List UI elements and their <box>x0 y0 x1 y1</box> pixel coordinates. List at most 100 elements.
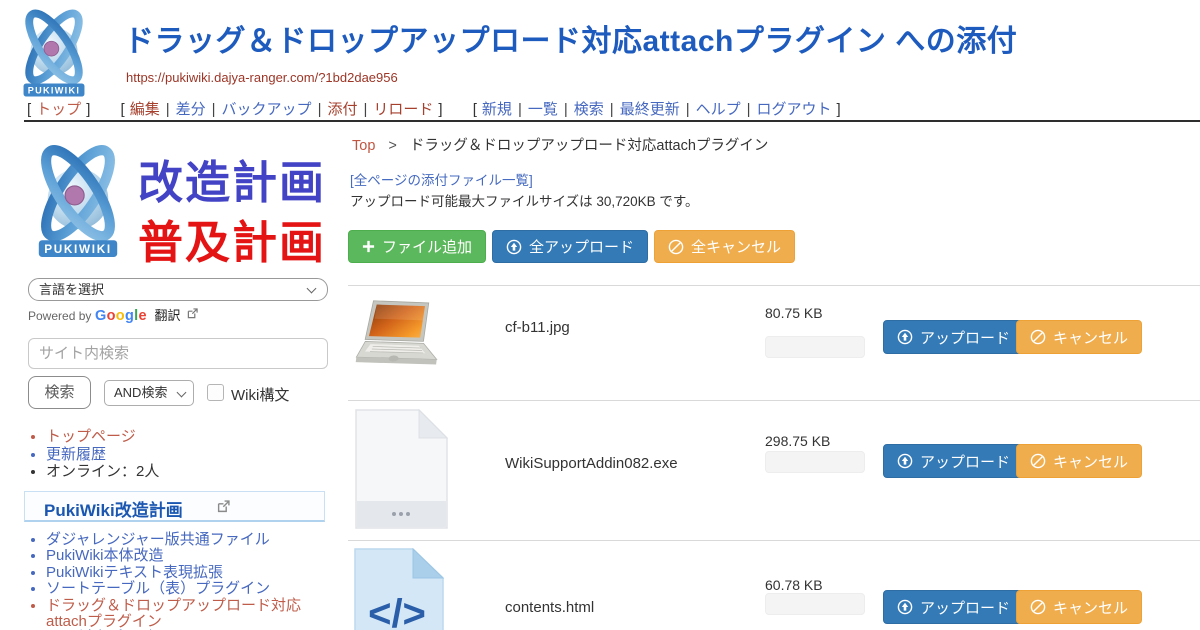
file-size: 60.78 KB <box>765 577 823 593</box>
google-logo: Google <box>95 308 147 324</box>
upload-label: アップロード <box>920 327 1010 348</box>
sidebar-heading-link[interactable]: PukiWiki改造計画 <box>44 496 183 521</box>
cancel-all-button[interactable]: 全キャンセル <box>654 230 795 263</box>
cancel-button[interactable]: キャンセル <box>1016 444 1142 478</box>
cancel-label: キャンセル <box>1053 597 1128 618</box>
sidebar-item-online-count: オンライン：2人 <box>46 463 326 481</box>
sidebar-item-sort-table[interactable]: ソートテーブル（表）プラグイン <box>46 581 331 597</box>
separator: | <box>166 101 170 118</box>
generic-file-icon <box>353 407 450 531</box>
sidebar-item-dragdrop-attach[interactable]: ドラッグ＆ドロップアップロード対応attachプラグイン <box>46 598 331 630</box>
cancel-button[interactable]: キャンセル <box>1016 590 1142 624</box>
nav-item-new[interactable]: 新規 <box>482 101 512 118</box>
progress-bar <box>765 593 865 615</box>
upload-button[interactable]: アップロード <box>883 320 1024 354</box>
sidebar-logo-slogan-line1: 改造計画 <box>138 146 326 211</box>
bracket: ] <box>837 101 841 118</box>
sidebar-item-toppage[interactable]: トップページ <box>46 428 326 446</box>
upload-all-label: 全アップロード <box>529 236 634 257</box>
progress-bar <box>765 336 865 358</box>
nav-item-list[interactable]: 一覧 <box>528 101 558 118</box>
max-upload-size-text: アップロード可能最大ファイルサイズは 30,720KB です。 <box>350 190 699 210</box>
file-size: 298.75 KB <box>765 433 830 449</box>
upload-circle-icon <box>897 453 913 469</box>
bracket: ] <box>86 101 90 118</box>
separator: | <box>212 101 216 118</box>
external-link-icon <box>187 308 198 319</box>
external-link-icon <box>217 500 230 513</box>
file-size: 80.75 KB <box>765 305 823 321</box>
separator: | <box>363 101 367 118</box>
nav-item-backup[interactable]: バックアップ <box>222 101 312 118</box>
upload-circle-icon <box>897 599 913 615</box>
sidebar-item-recent-changes[interactable]: 更新履歴 <box>46 446 326 464</box>
sidebar-plugin-list: ダジャレンジャー版共通ファイル PukiWiki本体改造 PukiWikiテキス… <box>46 532 331 630</box>
wiki-syntax-checkbox[interactable] <box>207 384 224 401</box>
cancel-button[interactable]: キャンセル <box>1016 320 1142 354</box>
add-files-button[interactable]: ファイル追加 <box>348 230 486 263</box>
sidebar-item-common-files[interactable]: ダジャレンジャー版共通ファイル <box>46 532 331 548</box>
nav-item-search[interactable]: 検索 <box>574 101 604 118</box>
html-code-file-icon: </> <box>353 547 446 630</box>
separator: | <box>564 101 568 118</box>
upload-button[interactable]: アップロード <box>883 590 1024 624</box>
nav-item-attach[interactable]: 添付 <box>327 101 357 118</box>
powered-by-label: Powered by <box>28 309 91 323</box>
svg-text:PUKIWIKI: PUKIWIKI <box>44 243 112 256</box>
page-url[interactable]: https://pukiwiki.dajya-ranger.com/?1bd2d… <box>126 70 398 85</box>
upload-label: アップロード <box>920 451 1010 472</box>
nav-item-logout[interactable]: ログアウト <box>757 101 832 118</box>
upload-circle-icon <box>897 329 913 345</box>
row-divider <box>348 540 1200 541</box>
google-translate-attribution: Powered by Google 翻訳 <box>28 305 198 324</box>
breadcrumb-root-link[interactable]: Top <box>352 138 375 154</box>
cancel-label: キャンセル <box>1053 451 1128 472</box>
sidebar-item-text-extension[interactable]: PukiWikiテキスト表現拡張 <box>46 565 331 581</box>
plus-icon <box>362 240 375 253</box>
add-files-label: ファイル追加 <box>382 236 472 257</box>
breadcrumb-current: ドラッグ＆ドロップアップロード対応attachプラグイン <box>410 138 769 154</box>
ban-circle-icon <box>668 239 684 255</box>
upload-all-button[interactable]: 全アップロード <box>492 230 648 263</box>
pukiwiki-attach-page: PUKIWIKI ドラッグ＆ドロップアップロード対応attachプラグイン への… <box>0 0 1200 630</box>
separator: | <box>610 101 614 118</box>
chevron-down-icon <box>177 388 187 398</box>
translate-label[interactable]: 翻訳 <box>154 308 180 323</box>
file-name: WikiSupportAddin082.exe <box>505 455 678 472</box>
nav-item-top[interactable]: トップ <box>36 101 81 118</box>
bracket: ] <box>438 101 442 118</box>
pukiwiki-atom-logo-icon: PUKIWIKI <box>22 140 134 262</box>
upload-circle-icon <box>506 239 522 255</box>
nav-item-edit[interactable]: 編集 <box>130 101 160 118</box>
search-mode-value: AND検索 <box>114 385 167 400</box>
upload-button[interactable]: アップロード <box>883 444 1024 478</box>
sidebar-item-core-mods[interactable]: PukiWiki本体改造 <box>46 548 331 564</box>
sidebar-logo-slogan-line2: 普及計画 <box>138 206 326 271</box>
site-logo[interactable]: PUKIWIKI <box>8 6 100 100</box>
wiki-syntax-label: Wiki構文 <box>231 384 289 405</box>
sidebar-heading-box: PukiWiki改造計画 <box>24 491 325 522</box>
sidebar-quick-list: トップページ 更新履歴 オンライン：2人 <box>46 428 326 481</box>
row-divider <box>348 285 1200 286</box>
site-search-input[interactable] <box>28 338 328 369</box>
language-select[interactable]: 言語を選択 <box>28 278 328 301</box>
separator: | <box>686 101 690 118</box>
nav-group-top: [トップ] <box>22 101 95 118</box>
cancel-all-label: 全キャンセル <box>691 236 781 257</box>
search-button[interactable]: 検索 <box>28 376 91 409</box>
sidebar-logo[interactable]: PUKIWIKI 改造計画 普及計画 <box>22 140 334 268</box>
breadcrumb-separator: > <box>388 138 396 154</box>
nav-item-recent[interactable]: 最終更新 <box>620 101 680 118</box>
header-divider <box>24 120 1200 122</box>
nav-group-site: [新規|一覧|検索|最終更新|ヘルプ|ログアウト] <box>468 101 846 118</box>
pukiwiki-atom-logo-icon: PUKIWIKI <box>8 6 100 100</box>
nav-group-page: [編集|差分|バックアップ|添付|リロード] <box>116 101 448 118</box>
bracket: [ <box>473 101 477 118</box>
nav-item-diff[interactable]: 差分 <box>176 101 206 118</box>
search-mode-select[interactable]: AND検索 <box>104 380 194 406</box>
separator: | <box>747 101 751 118</box>
all-attachments-link[interactable]: [全ページの添付ファイル一覧] <box>350 169 533 189</box>
nav-item-reload[interactable]: リロード <box>373 101 433 118</box>
nav-item-help[interactable]: ヘルプ <box>696 101 741 118</box>
ban-circle-icon <box>1030 329 1046 345</box>
